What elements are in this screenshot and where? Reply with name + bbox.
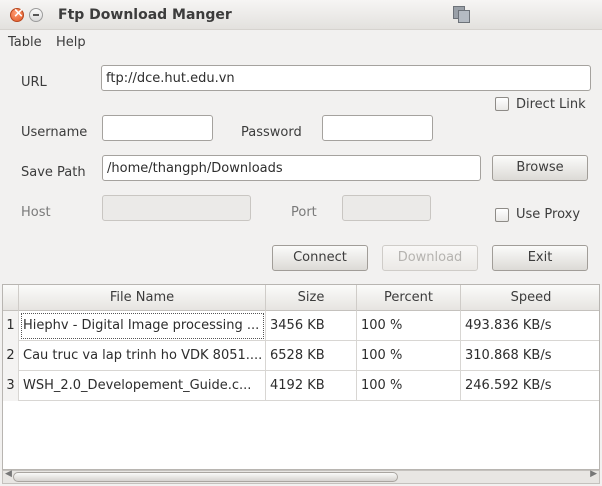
horizontal-scrollbar[interactable]: ◀ ▶: [2, 469, 600, 484]
use-proxy-checkbox[interactable]: [495, 208, 509, 222]
url-label: URL: [21, 75, 47, 90]
direct-link-checkbox[interactable]: [495, 97, 509, 111]
row-number: 3: [3, 371, 19, 401]
port-input[interactable]: [342, 195, 431, 221]
save-path-label: Save Path: [21, 165, 86, 180]
direct-link-label: Direct Link: [516, 97, 586, 112]
window-title: Ftp Download Manger: [58, 7, 232, 23]
save-path-input[interactable]: [102, 155, 481, 181]
scrollbar-thumb[interactable]: [13, 472, 398, 482]
column-header-file-name[interactable]: File Name: [19, 285, 266, 311]
percent-cell[interactable]: 100 %: [357, 311, 461, 341]
size-cell[interactable]: 3456 KB: [266, 311, 357, 341]
title-bar: Ftp Download Manger: [0, 0, 602, 30]
download-button[interactable]: Download: [382, 245, 478, 271]
column-header-speed[interactable]: Speed: [461, 285, 599, 311]
size-cell[interactable]: 4192 KB: [266, 371, 357, 401]
percent-cell[interactable]: 100 %: [357, 371, 461, 401]
password-label: Password: [241, 125, 302, 140]
row-number: 1: [3, 311, 19, 341]
port-label: Port: [291, 205, 317, 220]
app-icon: [453, 6, 471, 24]
menu-table[interactable]: Table: [8, 35, 42, 50]
row-number-header: [3, 285, 19, 311]
username-label: Username: [21, 125, 88, 140]
username-input[interactable]: [102, 115, 213, 141]
use-proxy-label: Use Proxy: [516, 207, 581, 222]
window-minimize-button[interactable]: [29, 8, 43, 22]
speed-cell[interactable]: 493.836 KB/s: [461, 311, 599, 341]
table-row[interactable]: 1 Hiephv - Digital Image processing ... …: [3, 311, 599, 341]
download-table: File Name Size Percent Speed 1 Hiephv - …: [2, 284, 600, 470]
table-row[interactable]: 2 Cau truc va lap trinh ho VDK 8051.... …: [3, 341, 599, 371]
file-name-cell[interactable]: Cau truc va lap trinh ho VDK 8051....: [19, 341, 266, 371]
percent-cell[interactable]: 100 %: [357, 341, 461, 371]
table-row[interactable]: 3 WSH_2.0_Developement_Guide.c... 4192 K…: [3, 371, 599, 401]
url-input[interactable]: [101, 65, 591, 91]
file-name-cell[interactable]: Hiephv - Digital Image processing ...: [19, 311, 266, 341]
scroll-left-icon[interactable]: ◀: [5, 469, 12, 479]
host-input[interactable]: [102, 195, 251, 221]
exit-button[interactable]: Exit: [492, 245, 588, 271]
scroll-right-icon[interactable]: ▶: [590, 469, 597, 479]
host-label: Host: [21, 205, 51, 220]
table-header: File Name Size Percent Speed: [3, 285, 599, 311]
speed-cell[interactable]: 310.868 KB/s: [461, 341, 599, 371]
browse-button[interactable]: Browse: [492, 155, 588, 181]
menu-bar: Table Help: [0, 31, 602, 55]
file-name-cell[interactable]: WSH_2.0_Developement_Guide.c...: [19, 371, 266, 401]
size-cell[interactable]: 6528 KB: [266, 341, 357, 371]
column-header-size[interactable]: Size: [266, 285, 357, 311]
window-close-button[interactable]: [10, 6, 24, 22]
speed-cell[interactable]: 246.592 KB/s: [461, 371, 599, 401]
column-header-percent[interactable]: Percent: [357, 285, 461, 311]
menu-help[interactable]: Help: [56, 35, 86, 50]
password-input[interactable]: [322, 115, 433, 141]
row-number: 2: [3, 341, 19, 371]
connect-button[interactable]: Connect: [272, 245, 368, 271]
